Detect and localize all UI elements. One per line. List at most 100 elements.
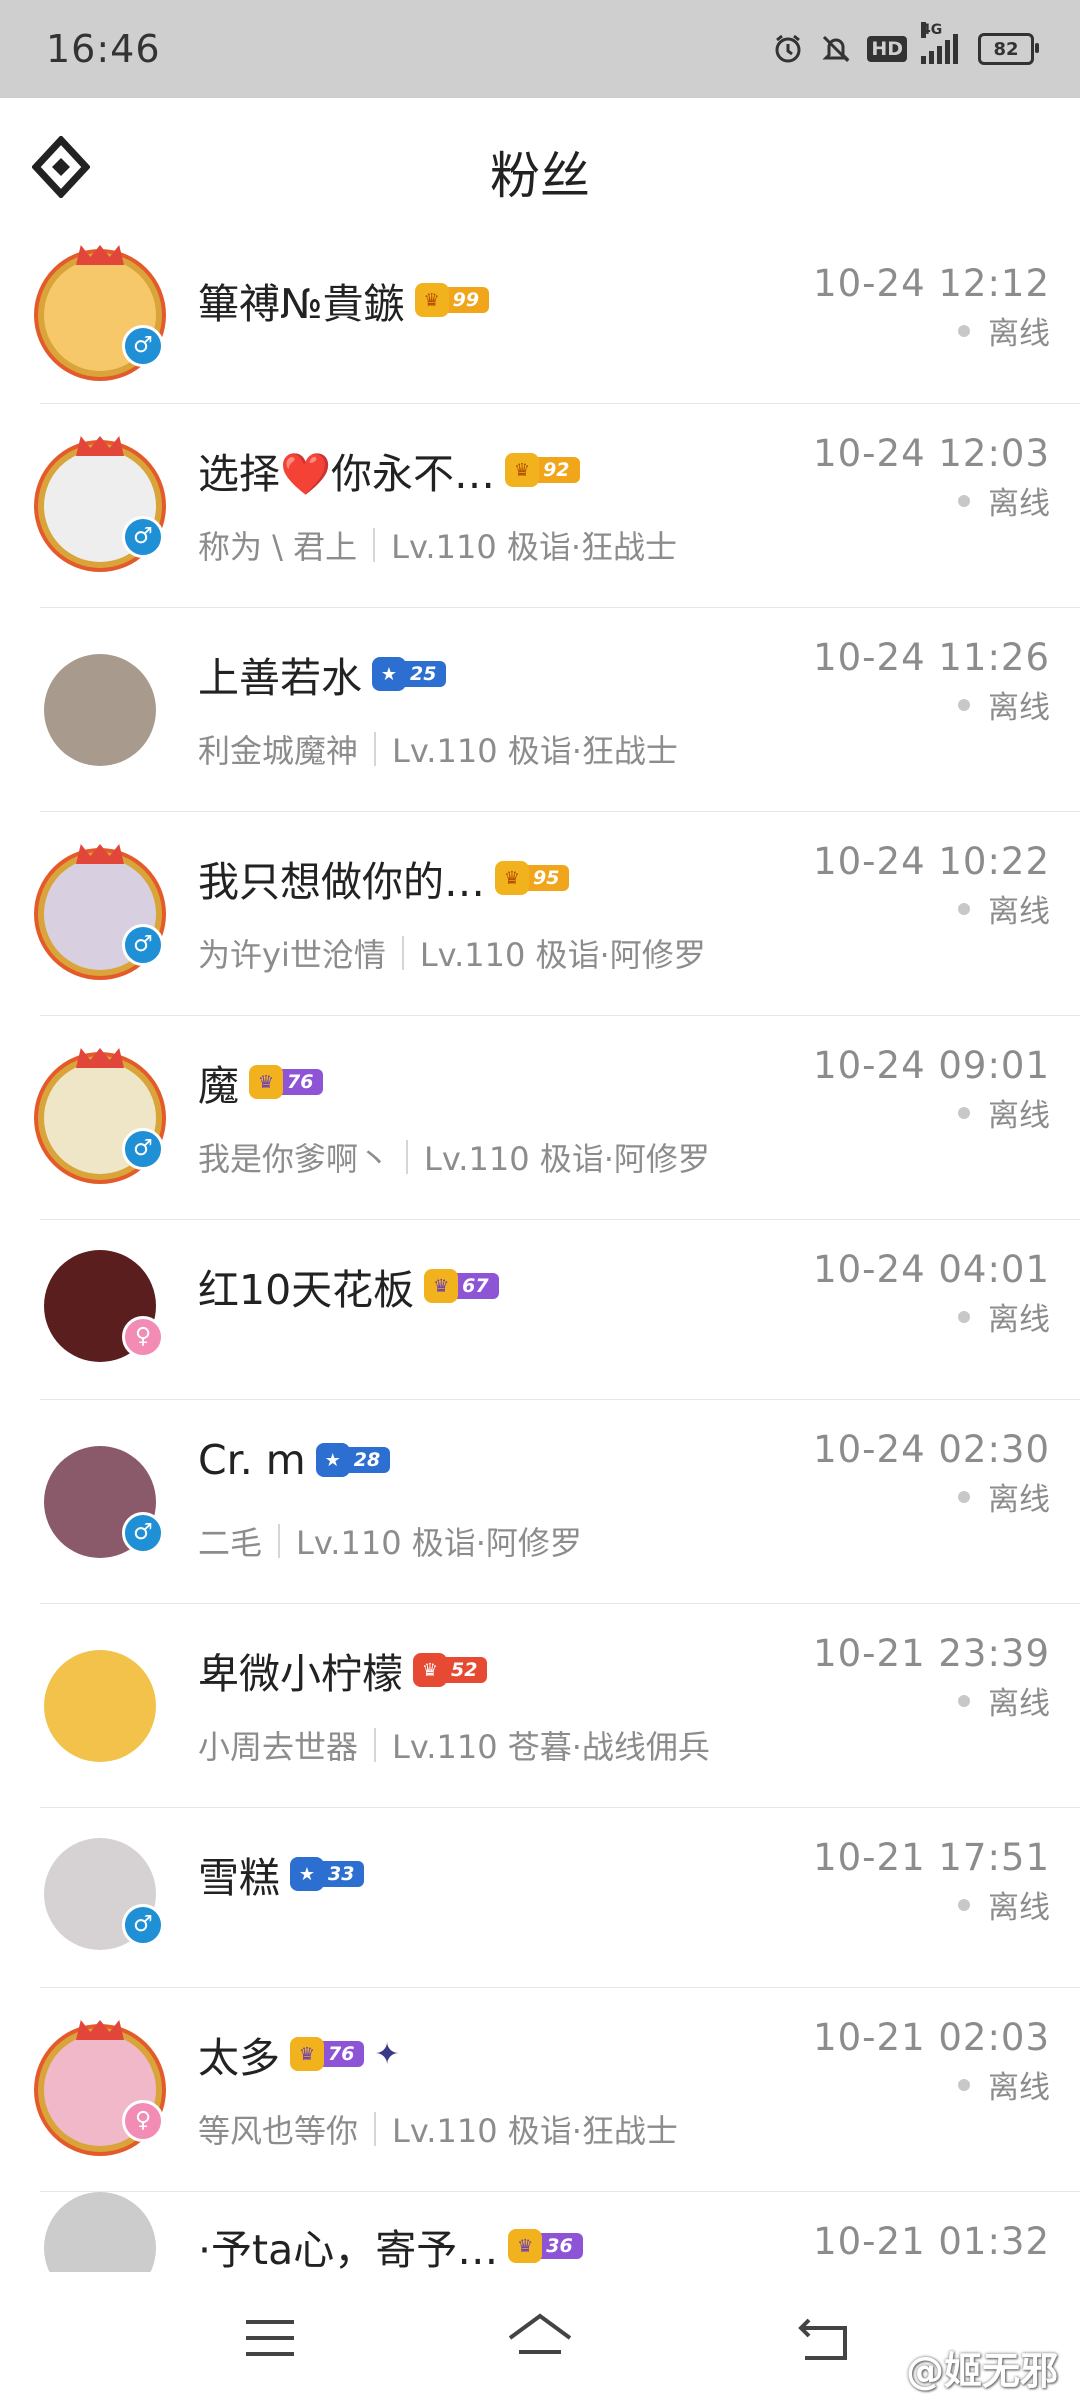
avatar[interactable]: ♂	[44, 245, 164, 371]
fan-name: Cr. m	[198, 1436, 306, 1484]
level-badge-icon: ★	[372, 657, 406, 691]
online-status: 离线	[958, 478, 1050, 523]
fan-subtitle: 我是你爹啊丶 Lv.110 极诣·阿修罗	[198, 1134, 710, 1180]
mute-bell-icon	[819, 32, 853, 66]
fan-name: 卑微小柠檬	[198, 1650, 403, 1698]
divider	[373, 528, 376, 562]
avatar[interactable]	[44, 1650, 156, 1762]
fan-list-item[interactable]: 上善若水 ★ 25 利金城魔神 Lv.110 极诣·狂战士 10-24 11:26 离线	[0, 608, 1080, 812]
fan-list-item[interactable]: ♂ 篳禣№貴鏃 ♛ 99 10-24 12:12 离线	[0, 234, 1080, 404]
fan-list-item[interactable]: ♂ 选择❤️你永不… ♛ 92 称为 \ 君上 Lv.110 极诣·狂战士 10-24 12…	[0, 404, 1080, 608]
follow-time: 10-24 11:26	[813, 636, 1050, 679]
fan-list-item[interactable]: ♀ 红10天花板 ♛ 67 10-24 04:01 离线	[0, 1220, 1080, 1400]
level-badge: ♛ 76	[290, 2037, 365, 2071]
fan-name-line: 选择❤️你永不… ♛ 92	[198, 440, 580, 500]
follow-time: 10-24 10:22	[813, 840, 1050, 883]
status-dot	[958, 324, 970, 337]
avatar[interactable]: ♂	[44, 1838, 164, 1950]
fan-nickname: 利金城魔神	[198, 732, 359, 770]
signal-icon: 4G	[921, 22, 958, 64]
fan-name: 雪糕	[198, 1854, 280, 1902]
fan-list-item[interactable]: ♂ Cr. m ★ 28 二毛 Lv.110 极诣·阿修罗 10-24 02:30 离线	[0, 1400, 1080, 1604]
status-label: 离线	[988, 316, 1050, 352]
status-time: 16:46	[46, 27, 161, 71]
fan-name-line: 魔 ♛ 76	[198, 1052, 324, 1112]
online-status: 离线	[958, 1474, 1050, 1519]
online-status: 离线	[958, 1090, 1050, 1135]
avatar[interactable]: ♀	[44, 2020, 164, 2146]
avatar[interactable]	[44, 654, 156, 766]
online-status: 离线	[958, 1294, 1050, 1339]
avatar[interactable]: ♂	[44, 1048, 164, 1174]
fan-nickname: 等风也等你	[198, 2112, 359, 2150]
level-badge-icon: ♛	[505, 453, 540, 487]
online-status: 离线	[958, 1882, 1050, 1927]
gender-icon: ♂	[122, 924, 164, 966]
fan-subtitle: 等风也等你 Lv.110 极诣·狂战士	[198, 2106, 678, 2152]
status-dot	[958, 698, 970, 711]
fan-game-info: Lv.110 极诣·阿修罗	[424, 1140, 710, 1178]
avatar[interactable]: ♂	[44, 844, 164, 970]
status-label: 离线	[988, 2070, 1050, 2106]
fan-subtitle: 小周去世器 Lv.110 苍暮·战线佣兵	[198, 1722, 710, 1768]
divider	[374, 1728, 377, 1762]
avatar-frame-crown	[76, 245, 124, 265]
fan-name-line: 卑微小柠檬 ♛ 52	[198, 1640, 488, 1700]
gender-icon: ♀	[122, 2100, 164, 2142]
fan-list-item[interactable]: 卑微小柠檬 ♛ 52 小周去世器 Lv.110 苍暮·战线佣兵 10-21 23:39 离线	[0, 1604, 1080, 1808]
home-icon[interactable]	[505, 2308, 575, 2368]
level-badge: ♛ 36	[508, 2229, 583, 2263]
level-badge: ★ 28	[315, 1443, 391, 1477]
level-badge: ★ 25	[372, 657, 447, 691]
divider	[401, 936, 404, 970]
fan-name: 魔	[198, 1062, 239, 1110]
fan-list-item[interactable]: ♂ 我只想做你的… ♛ 95 为许yi世沧情 Lv.110 极诣·阿修罗 10-24 10:…	[0, 812, 1080, 1016]
status-dot	[958, 494, 970, 507]
gender-icon: ♂	[122, 325, 164, 367]
fan-list-item[interactable]: ♂ 魔 ♛ 76 我是你爹啊丶 Lv.110 极诣·阿修罗 10-24 09:01 离线	[0, 1016, 1080, 1220]
status-label: 离线	[988, 690, 1050, 726]
fan-list-item[interactable]: ♂ 雪糕 ★ 33 10-21 17:51 离线	[0, 1808, 1080, 1988]
gender-icon: ♂	[122, 1128, 164, 1170]
back-nav-icon[interactable]	[795, 2308, 855, 2368]
fan-name: ·予ta心，寄予…	[198, 2226, 499, 2274]
fan-game-info: Lv.110 极诣·阿修罗	[419, 936, 706, 974]
avatar[interactable]: ♂	[44, 1446, 164, 1558]
follow-time: 10-24 02:30	[813, 1428, 1050, 1471]
fan-name-line: 红10天花板 ♛ 67	[198, 1256, 499, 1316]
fan-game-info: Lv.110 极诣·狂战士	[392, 2112, 678, 2150]
divider	[278, 1524, 281, 1558]
fan-nickname: 称为 \ 君上	[198, 528, 358, 566]
level-badge: ♛ 52	[413, 1653, 488, 1687]
level-badge-icon: ♛	[495, 861, 529, 895]
level-badge: ♛ 76	[249, 1065, 324, 1099]
follow-time: 10-21 23:39	[813, 1632, 1050, 1675]
fan-nickname: 二毛	[198, 1524, 263, 1562]
follow-time: 10-24 09:01	[813, 1044, 1050, 1087]
fan-name-line: ·予ta心，寄予… ♛ 36	[198, 2216, 583, 2276]
menu-icon[interactable]	[240, 2308, 300, 2368]
avatar[interactable]: ♀	[44, 1250, 164, 1362]
watermark: @姬无邪	[905, 2349, 1058, 2393]
status-label: 离线	[988, 1302, 1050, 1338]
follow-time: 10-21 17:51	[813, 1836, 1050, 1879]
fan-list-item[interactable]: ♀ 太多 ♛ 76 ✦ 等风也等你 Lv.110 极诣·狂战士 10-21 02:03 离线	[0, 1988, 1080, 2192]
level-badge-icon: ♛	[413, 1653, 447, 1687]
status-icons: HD 4G 82	[771, 22, 1039, 66]
fan-name: 红10天花板	[198, 1266, 415, 1314]
fan-subtitle: 为许yi世沧情 Lv.110 极诣·阿修罗	[198, 930, 706, 976]
status-dot	[958, 1898, 970, 1911]
online-status: 离线	[958, 886, 1050, 931]
fan-name-line: 上善若水 ★ 25	[198, 644, 447, 704]
page-title: 粉丝	[490, 147, 590, 205]
avatar[interactable]: ♂	[44, 436, 164, 562]
level-badge: ♛ 67	[424, 1269, 499, 1303]
online-status: 离线	[958, 682, 1050, 727]
online-status: 离线	[958, 2062, 1050, 2107]
alarm-icon	[771, 32, 805, 66]
status-dot	[958, 1694, 970, 1707]
fan-nickname: 小周去世器	[198, 1728, 359, 1766]
status-label: 离线	[988, 1482, 1050, 1518]
fan-name-line: 篳禣№貴鏃 ♛ 99	[198, 270, 490, 330]
status-label: 离线	[988, 486, 1050, 522]
